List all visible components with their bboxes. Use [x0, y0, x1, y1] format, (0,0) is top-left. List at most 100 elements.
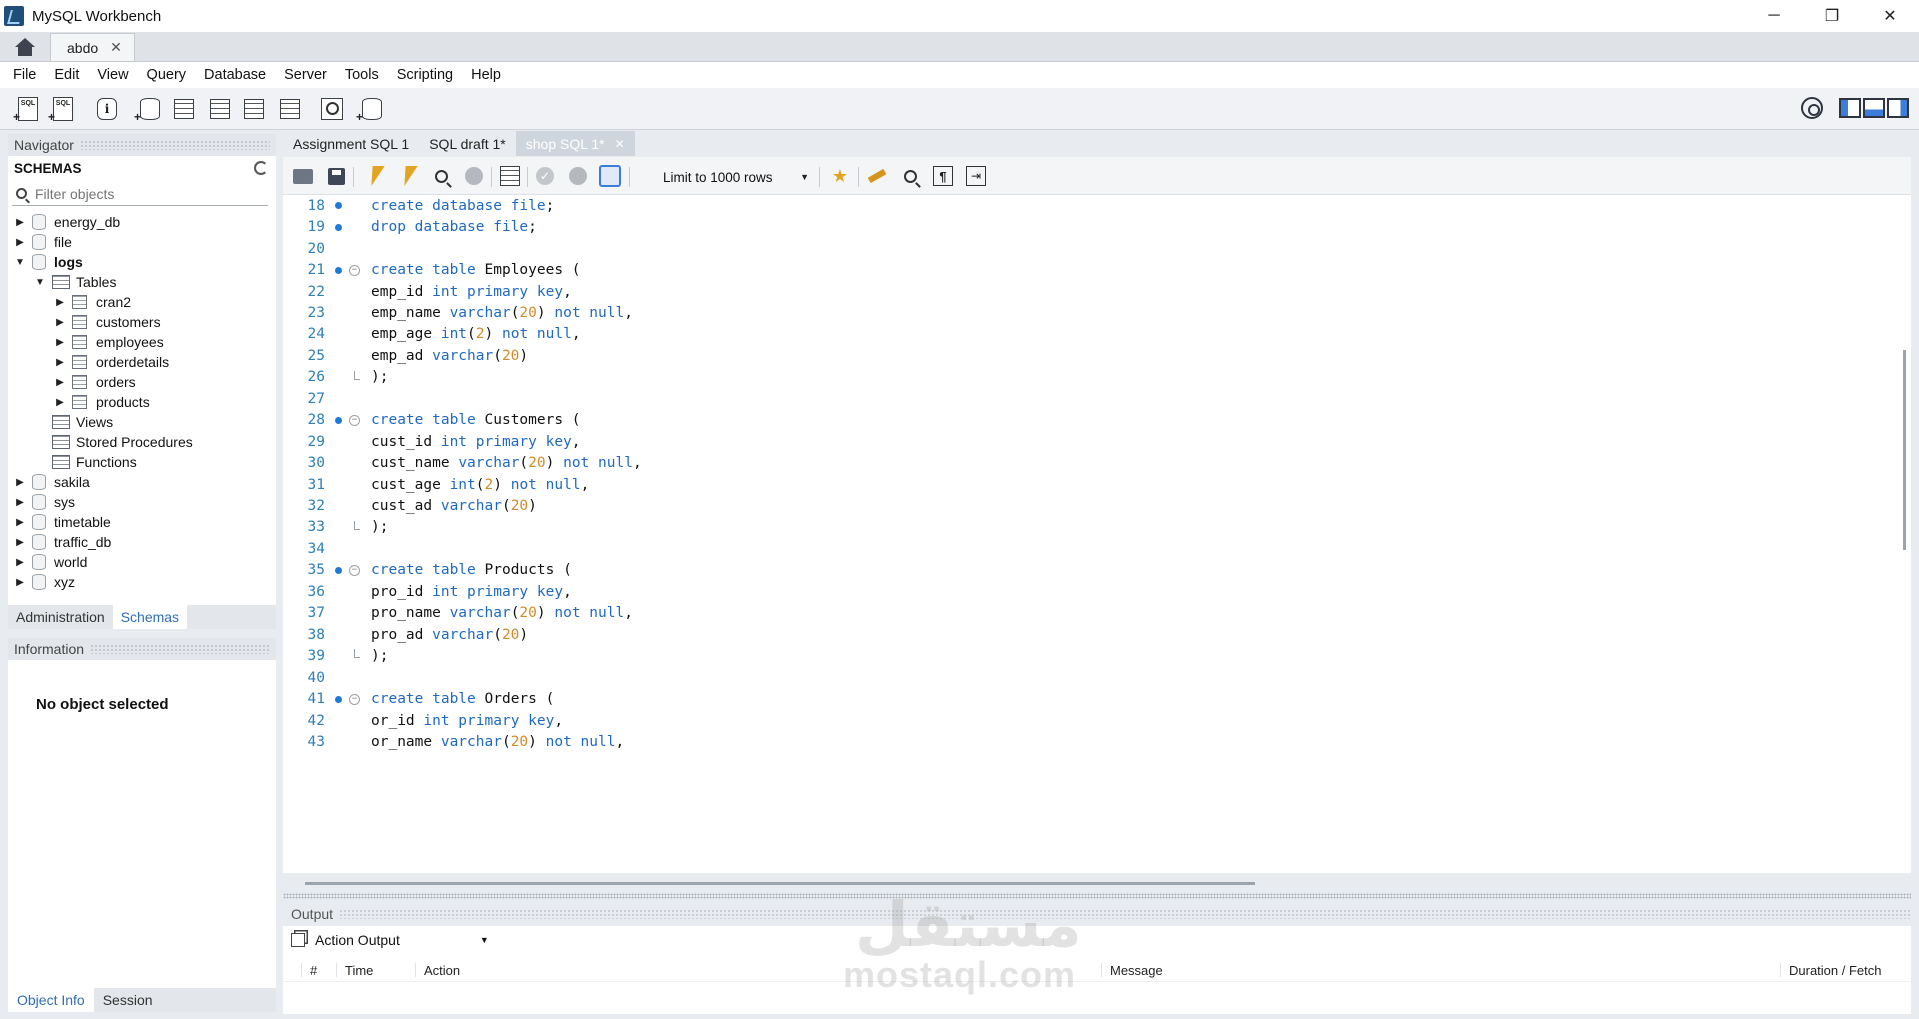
output-type-select[interactable]: Action Output ▼ — [291, 932, 489, 948]
tree-item-cran2[interactable]: ▶ cran2 — [8, 292, 276, 312]
code-line[interactable]: 18 create database file; — [283, 195, 1883, 216]
output-splitter[interactable] — [283, 893, 1911, 899]
commit-button[interactable]: ✓ — [533, 164, 557, 188]
fold-toggle-icon[interactable]: − — [349, 264, 360, 276]
collapsed-arrow-icon[interactable]: ▶ — [54, 316, 66, 328]
menu-help[interactable]: Help — [462, 67, 510, 83]
menu-scripting[interactable]: Scripting — [388, 67, 462, 83]
code-line[interactable]: 42 or_id int primary key, — [283, 710, 1883, 731]
menu-database[interactable]: Database — [195, 67, 275, 83]
collapsed-arrow-icon[interactable]: ▶ — [14, 516, 26, 528]
minimize-button[interactable]: ─ — [1745, 0, 1803, 32]
search-table-data-button[interactable] — [318, 95, 346, 123]
tab-sql-draft[interactable]: SQL draft 1* — [419, 131, 516, 156]
save-script-button[interactable] — [324, 164, 348, 188]
explain-button[interactable] — [429, 164, 453, 188]
collapsed-arrow-icon[interactable]: ▶ — [54, 376, 66, 388]
toggle-output-icon[interactable] — [1863, 98, 1885, 118]
tree-item-timetable[interactable]: ▶ timetable — [8, 512, 276, 532]
toggle-secondary-sidebar-icon[interactable] — [1887, 98, 1909, 118]
fold-toggle-icon[interactable]: − — [349, 693, 360, 705]
code-line[interactable]: 34 — [283, 538, 1883, 559]
column-action[interactable]: Action — [415, 963, 460, 978]
code-line[interactable]: 20 — [283, 238, 1883, 259]
column-time[interactable]: Time — [336, 963, 373, 978]
copy-icon[interactable] — [291, 933, 305, 947]
code-line[interactable]: 43 or_name varchar(20) not null, — [283, 731, 1883, 752]
close-icon[interactable]: ✕ — [615, 137, 625, 151]
tree-item-customers[interactable]: ▶ customers — [8, 312, 276, 332]
tree-item-functions[interactable]: Functions — [8, 452, 276, 472]
collapsed-arrow-icon[interactable]: ▶ — [54, 336, 66, 348]
find-replace-button[interactable] — [898, 164, 922, 188]
menu-file[interactable]: File — [4, 67, 45, 83]
reconnect-button[interactable] — [356, 95, 386, 124]
preferences-gear-icon[interactable] — [1801, 97, 1823, 119]
code-line[interactable]: 36 pro_id int primary key, — [283, 581, 1883, 602]
tree-item-file[interactable]: ▶ file — [8, 232, 276, 252]
tree-item-orderdetails[interactable]: ▶ orderdetails — [8, 352, 276, 372]
code-line[interactable]: 37 pro_name varchar(20) not null, — [283, 603, 1883, 624]
tree-item-sys[interactable]: ▶ sys — [8, 492, 276, 512]
tree-item-orders[interactable]: ▶ orders — [8, 372, 276, 392]
collapsed-arrow-icon[interactable]: ▶ — [54, 356, 66, 368]
tab-assignment-sql[interactable]: Assignment SQL 1 — [283, 131, 419, 156]
limit-rows-select[interactable]: Limit to 1000 rows ▼ — [663, 166, 813, 188]
create-function-button[interactable] — [276, 95, 304, 123]
code-line[interactable]: 21 − create table Employees ( — [283, 259, 1883, 280]
code-line[interactable]: 25 emp_ad varchar(20) — [283, 345, 1883, 366]
rollback-button[interactable] — [566, 164, 590, 188]
tree-item-energy-db[interactable]: ▶ energy_db — [8, 212, 276, 232]
code-line[interactable]: 19 drop database file; — [283, 216, 1883, 237]
code-line[interactable]: 24 emp_age int(2) not null, — [283, 324, 1883, 345]
autocommit-toggle-button[interactable] — [598, 164, 622, 188]
code-line[interactable]: 30 cust_name varchar(20) not null, — [283, 452, 1883, 473]
collapsed-arrow-icon[interactable]: ▶ — [14, 536, 26, 548]
tree-item-tables[interactable]: ▼ Tables — [8, 272, 276, 292]
invisible-chars-button[interactable]: ¶ — [931, 164, 955, 188]
code-line[interactable]: 29 cust_id int primary key, — [283, 431, 1883, 452]
home-tab[interactable] — [0, 33, 50, 61]
execute-all-button[interactable] — [363, 164, 387, 188]
create-schema-button[interactable] — [134, 95, 164, 124]
collapsed-arrow-icon[interactable]: ▶ — [14, 236, 26, 248]
vertical-scrollbar[interactable] — [1903, 350, 1906, 550]
menu-view[interactable]: View — [88, 67, 137, 83]
execute-current-button[interactable] — [396, 164, 420, 188]
tree-item-sakila[interactable]: ▶ sakila — [8, 472, 276, 492]
menu-query[interactable]: Query — [138, 67, 196, 83]
collapsed-arrow-icon[interactable]: ▶ — [14, 576, 26, 588]
tree-item-logs[interactable]: ▼ logs — [8, 252, 276, 272]
code-line[interactable]: 39); — [283, 645, 1883, 666]
close-icon[interactable]: ✕ — [110, 39, 122, 56]
code-line[interactable]: 22 emp_id int primary key, — [283, 281, 1883, 302]
tab-object-info[interactable]: Object Info — [8, 988, 94, 1012]
expanded-arrow-icon[interactable]: ▼ — [34, 276, 46, 288]
menu-tools[interactable]: Tools — [336, 67, 388, 83]
restore-button[interactable]: ❐ — [1803, 0, 1861, 32]
code-line[interactable]: 28 − create table Customers ( — [283, 410, 1883, 431]
code-line[interactable]: 23 emp_name varchar(20) not null, — [283, 302, 1883, 323]
code-line[interactable]: 38 pro_ad varchar(20) — [283, 624, 1883, 645]
tree-item-world[interactable]: ▶ world — [8, 552, 276, 572]
tree-item-views[interactable]: Views — [8, 412, 276, 432]
code-line[interactable]: 33); — [283, 517, 1883, 538]
collapsed-arrow-icon[interactable]: ▶ — [54, 296, 66, 308]
toggle-continue-on-error-button[interactable] — [498, 164, 522, 188]
tab-administration[interactable]: Administration — [8, 605, 113, 629]
menu-edit[interactable]: Edit — [45, 67, 88, 83]
new-sql-tab-button[interactable]: SQL — [13, 95, 42, 124]
inspector-button[interactable]: i — [93, 95, 121, 123]
create-table-button[interactable] — [170, 95, 198, 123]
tree-item-traffic-db[interactable]: ▶ traffic_db — [8, 532, 276, 552]
add-snippet-button[interactable]: ★ — [828, 164, 852, 188]
stop-button[interactable] — [462, 164, 486, 188]
tree-item-xyz[interactable]: ▶ xyz — [8, 572, 276, 592]
create-procedure-button[interactable] — [240, 95, 268, 123]
refresh-icon[interactable] — [254, 161, 268, 175]
code-line[interactable]: 40 — [283, 667, 1883, 688]
open-sql-script-button[interactable]: SQL — [48, 95, 77, 124]
tree-item-products[interactable]: ▶ products — [8, 392, 276, 412]
collapsed-arrow-icon[interactable]: ▶ — [54, 396, 66, 408]
collapsed-arrow-icon[interactable]: ▶ — [14, 496, 26, 508]
